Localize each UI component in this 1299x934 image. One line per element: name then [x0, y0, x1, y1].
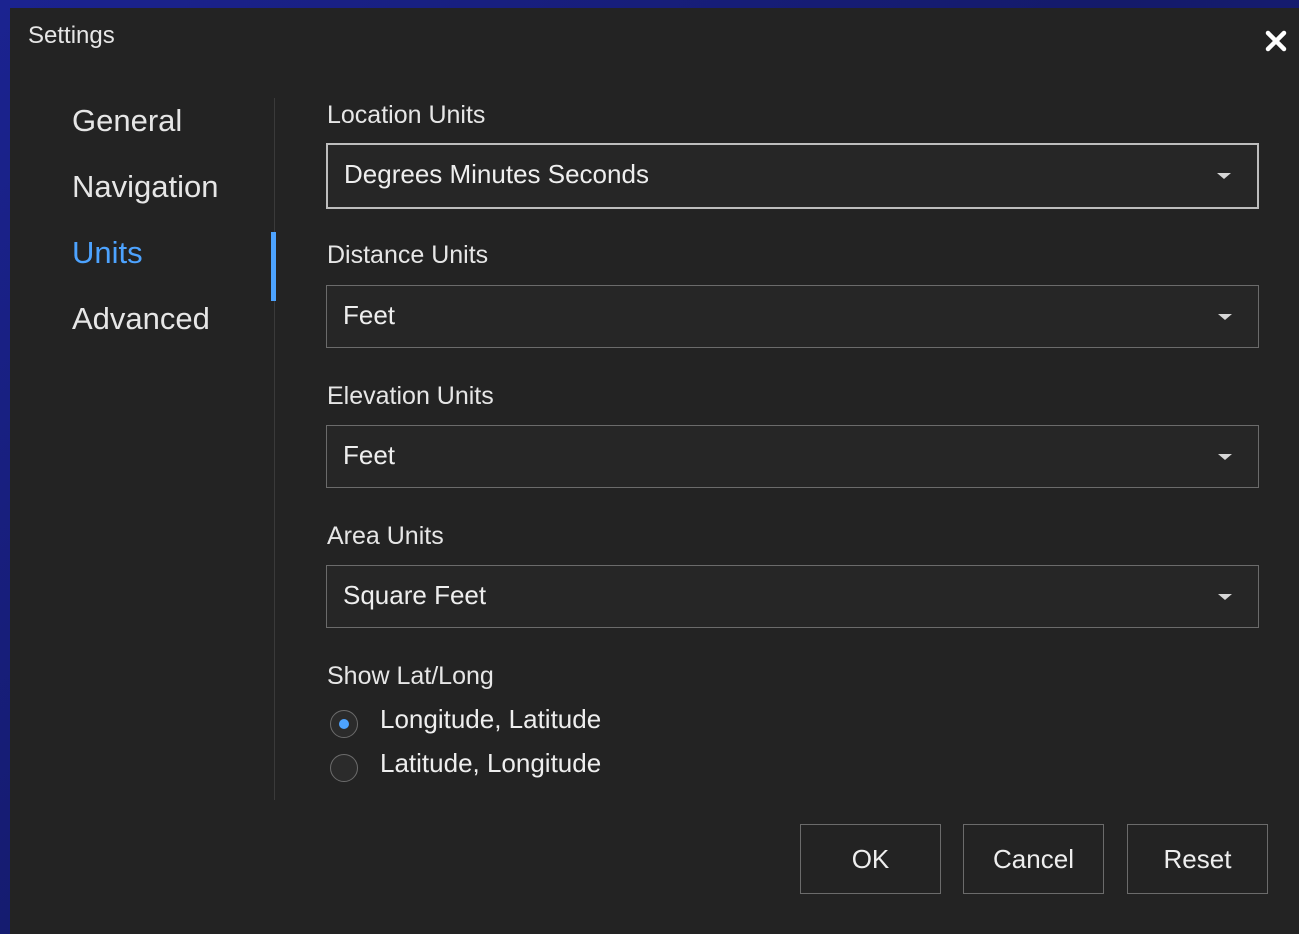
chevron-down-icon	[1218, 594, 1232, 600]
radio-label: Longitude, Latitude	[380, 704, 602, 734]
cancel-button[interactable]: Cancel	[963, 824, 1104, 894]
close-icon	[1265, 30, 1287, 52]
ok-button[interactable]: OK	[800, 824, 941, 894]
dialog-titlebar: Settings	[10, 8, 1299, 64]
location-units-label: Location Units	[327, 101, 486, 129]
settings-dialog: Settings General Navigation Units Advanc…	[10, 8, 1299, 934]
chevron-down-icon	[1218, 454, 1232, 460]
radio-label: Latitude, Longitude	[380, 748, 602, 778]
sidebar-item-navigation[interactable]: Navigation	[72, 169, 218, 205]
chevron-down-icon	[1218, 314, 1232, 320]
distance-units-label: Distance Units	[327, 241, 489, 269]
sidebar-item-advanced[interactable]: Advanced	[72, 301, 210, 337]
elevation-units-label: Elevation Units	[327, 382, 494, 410]
close-button[interactable]	[1259, 24, 1293, 58]
distance-units-value: Feet	[343, 300, 396, 330]
radio-button-checked[interactable]	[330, 710, 358, 738]
show-latlong-label: Show Lat/Long	[327, 662, 494, 690]
elevation-units-select[interactable]: Feet	[326, 425, 1259, 488]
sidebar-divider	[274, 98, 275, 800]
area-units-select[interactable]: Square Feet	[326, 565, 1259, 628]
elevation-units-value: Feet	[343, 440, 396, 470]
dialog-title: Settings	[28, 22, 115, 49]
sidebar-item-general[interactable]: General	[72, 103, 182, 139]
location-units-select[interactable]: Degrees Minutes Seconds	[326, 143, 1259, 209]
sidebar-item-units[interactable]: Units	[72, 235, 143, 271]
chevron-down-icon	[1217, 173, 1231, 179]
distance-units-select[interactable]: Feet	[326, 285, 1259, 348]
area-units-value: Square Feet	[343, 580, 487, 610]
reset-button[interactable]: Reset	[1127, 824, 1268, 894]
active-tab-indicator	[271, 232, 276, 301]
location-units-value: Degrees Minutes Seconds	[344, 159, 649, 189]
radio-button[interactable]	[330, 754, 358, 782]
area-units-label: Area Units	[327, 522, 444, 550]
